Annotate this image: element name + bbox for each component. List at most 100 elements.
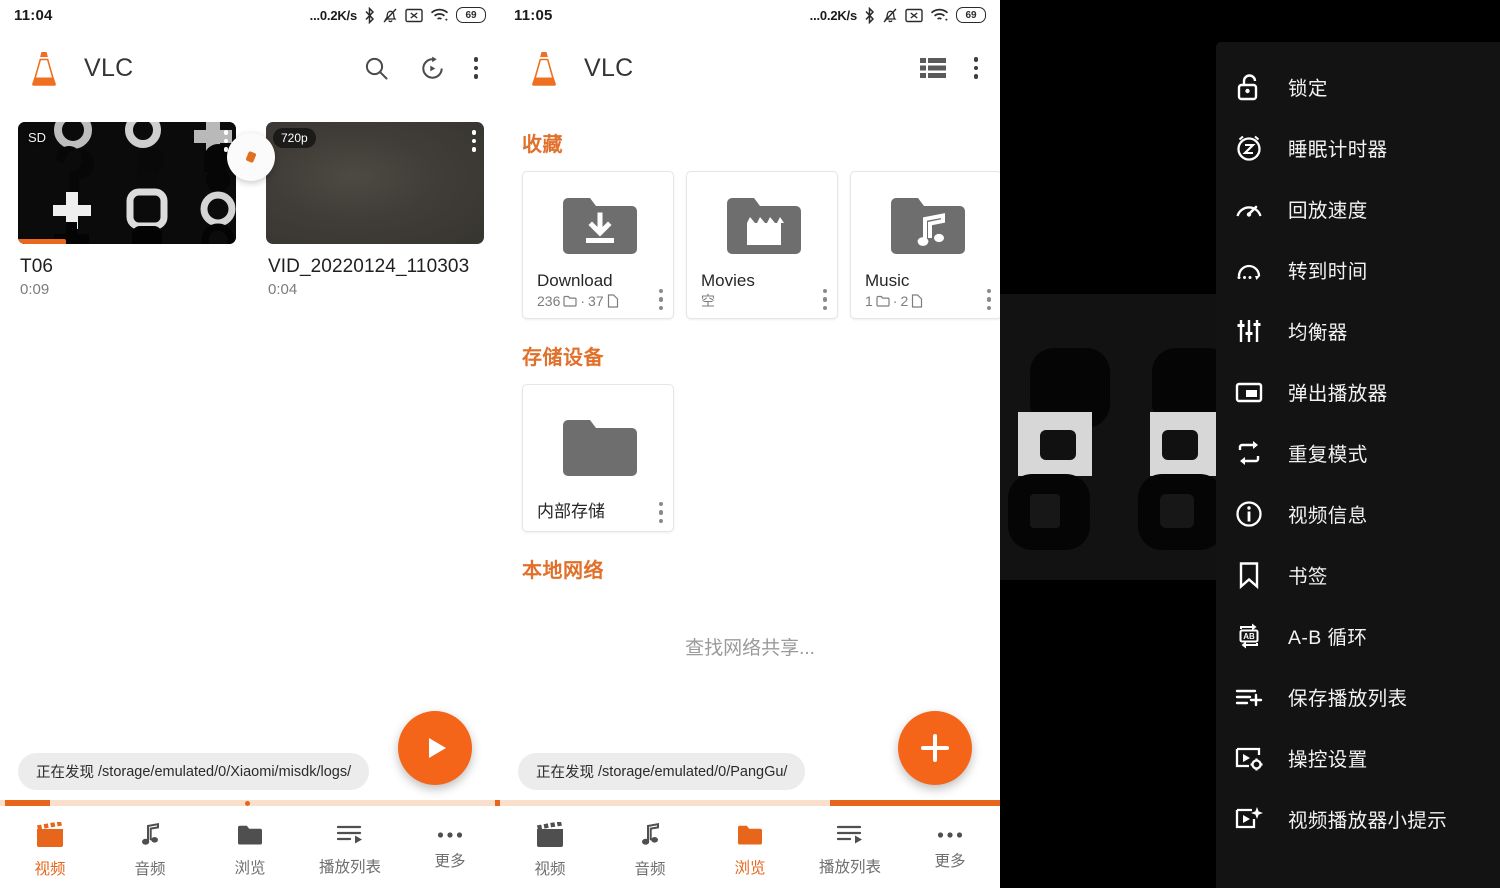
bottom-nav-1: 视频 音频 浏览 播放列表 更多: [0, 806, 500, 888]
overflow-menu-icon[interactable]: [473, 57, 478, 79]
menu-item-lock[interactable]: 锁定: [1216, 56, 1500, 117]
svg-text:AB: AB: [1243, 632, 1255, 641]
status-network-speed: ...0.2K/s: [309, 7, 358, 23]
three-panel-screenshot: 11:04 ...0.2K/s 69 VLC SD T06 0:09 720p …: [0, 0, 1500, 888]
network-empty-text: 查找网络共享...: [685, 638, 815, 659]
folder-count: 236: [537, 293, 561, 309]
quality-badge: 720p: [273, 128, 316, 148]
bell-muted-icon: [882, 7, 898, 24]
video-thumbnail[interactable]: 720p: [266, 122, 484, 244]
menu-item-video-tips[interactable]: 视频播放器小提示: [1216, 788, 1500, 849]
nav-item-audio[interactable]: 音频: [100, 812, 200, 888]
video-thumbnail[interactable]: SD: [18, 122, 236, 244]
info-icon: [1232, 497, 1266, 531]
folder-overflow-icon[interactable]: [822, 288, 827, 310]
battery-icon: 69: [456, 7, 486, 23]
ab-repeat-icon: AB: [1232, 619, 1266, 653]
menu-item-label: 视频播放器小提示: [1288, 810, 1448, 832]
menu-item-save-playlist[interactable]: 保存播放列表: [1216, 666, 1500, 727]
video-overflow-icon[interactable]: [471, 130, 476, 152]
folder-icon: [236, 823, 264, 847]
nav-item-video[interactable]: 视频: [500, 812, 600, 888]
wifi-icon: [930, 8, 949, 23]
status-bar-2: 11:05 ...0.2K/s 69: [500, 0, 1000, 30]
nav-item-more[interactable]: 更多: [400, 812, 500, 888]
menu-item-label: 视频信息: [1288, 505, 1368, 527]
app-title: VLC: [84, 53, 134, 82]
nav-label: 播放列表: [818, 858, 881, 876]
folder-overflow-icon[interactable]: [658, 501, 663, 523]
sleep-timer-icon: [1232, 131, 1266, 165]
menu-item-label: A-B 循环: [1288, 627, 1368, 649]
sim-x-icon: [905, 8, 923, 23]
menu-item-ab-repeat[interactable]: AB A-B 循环: [1216, 605, 1500, 666]
video-card[interactable]: 720p VID_20220124_110303 0:04: [266, 122, 484, 298]
nav-label: 视频: [34, 860, 66, 878]
folder-card[interactable]: Movies 空: [686, 171, 838, 319]
history-icon[interactable]: [418, 53, 448, 83]
quality-badge: SD: [28, 130, 47, 145]
menu-item-label: 均衡器: [1288, 322, 1348, 344]
nav-label: 更多: [934, 852, 966, 870]
menu-item-bookmarks[interactable]: 书签: [1216, 544, 1500, 605]
folder-small-icon: [563, 295, 577, 307]
file-count: 37: [588, 293, 604, 309]
section-title-favorites: 收藏: [522, 134, 563, 156]
menu-item-video-info[interactable]: 视频信息: [1216, 483, 1500, 544]
nav-label: 视频: [534, 860, 566, 878]
watch-progress-bar: [18, 239, 66, 244]
nav-label: 更多: [434, 852, 466, 870]
panel-browse: 11:05 ...0.2K/s 69 VLC 收藏 Download 236 ·…: [500, 0, 1000, 888]
folder-overflow-icon[interactable]: [658, 288, 663, 310]
player-options-menu: 锁定 睡眠计时器 回放速度 转到时间 均衡器 弹出播放器 重复模式 视频信息 书…: [1216, 42, 1500, 888]
scan-toast: 正在发现 /storage/emulated/0/Xiaomi/misdk/lo…: [18, 753, 370, 790]
bottom-area-2: 正在发现 /storage/emulated/0/PangGu/ 视频 音频 浏…: [500, 711, 1000, 888]
nav-item-browse[interactable]: 浏览: [200, 812, 300, 888]
menu-item-jump-to-time[interactable]: 转到时间: [1216, 239, 1500, 300]
folder-card[interactable]: Music 1 · 2: [850, 171, 1000, 319]
scan-toast-prefix: 正在发现: [36, 765, 94, 781]
video-surface[interactable]: [1000, 294, 1230, 606]
folder-icon: [736, 823, 764, 847]
nav-item-more[interactable]: 更多: [900, 812, 1000, 888]
menu-item-popup-player[interactable]: 弹出播放器: [1216, 361, 1500, 422]
overflow-menu-icon[interactable]: [973, 57, 978, 79]
folder-overflow-icon[interactable]: [986, 288, 991, 310]
menu-item-sleep-timer[interactable]: 睡眠计时器: [1216, 117, 1500, 178]
bluetooth-icon: [364, 6, 375, 24]
menu-item-repeat-mode[interactable]: 重复模式: [1216, 422, 1500, 483]
menu-item-equalizer[interactable]: 均衡器: [1216, 300, 1500, 361]
folder-download-icon: [537, 186, 663, 270]
play-fab[interactable]: [398, 711, 472, 785]
vlc-cone-logo: [522, 46, 566, 90]
file-count: 2: [900, 293, 909, 309]
vlc-cone-logo: [22, 46, 66, 90]
music-note-icon: [137, 822, 163, 848]
nav-label: 浏览: [234, 859, 266, 877]
add-fab[interactable]: [898, 711, 972, 785]
scan-progress-bar: [0, 800, 500, 806]
menu-item-label: 保存播放列表: [1288, 688, 1408, 710]
nav-item-video[interactable]: 视频: [0, 812, 100, 888]
nav-item-playlist[interactable]: 播放列表: [300, 812, 400, 888]
play-icon: [429, 738, 446, 758]
popup-player-icon: [1232, 375, 1266, 409]
nav-item-audio[interactable]: 音频: [600, 812, 700, 888]
nav-item-playlist[interactable]: 播放列表: [800, 812, 900, 888]
menu-item-label: 回放速度: [1288, 200, 1368, 222]
clapperboard-icon: [35, 821, 65, 848]
nav-item-browse[interactable]: 浏览: [700, 812, 800, 888]
scan-toast: 正在发现 /storage/emulated/0/PangGu/: [518, 753, 806, 790]
menu-item-controls-settings[interactable]: 操控设置: [1216, 727, 1500, 788]
floating-assistant-ball[interactable]: [227, 133, 275, 181]
list-view-icon[interactable]: [918, 53, 948, 83]
controls-settings-icon: [1232, 741, 1266, 775]
search-icon[interactable]: [362, 53, 392, 83]
folder-name: 内部存储: [537, 502, 605, 521]
bottom-area-1: 正在发现 /storage/emulated/0/Xiaomi/misdk/lo…: [0, 711, 500, 888]
folder-card[interactable]: 内部存储: [522, 384, 674, 532]
menu-item-playback-speed[interactable]: 回放速度: [1216, 178, 1500, 239]
folder-card[interactable]: Download 236 · 37: [522, 171, 674, 319]
video-card[interactable]: SD T06 0:09: [18, 122, 236, 298]
menu-item-label: 转到时间: [1288, 261, 1368, 283]
